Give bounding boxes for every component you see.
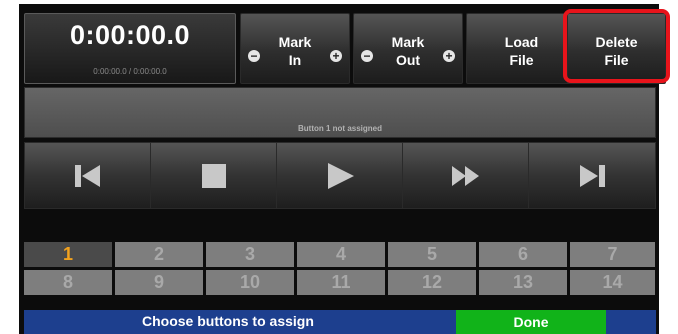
done-button[interactable]: Done	[456, 310, 606, 334]
footer-bar: Choose buttons to assign Done	[24, 310, 656, 334]
assign-prompt: Choose buttons to assign	[142, 313, 314, 329]
grid-button-11[interactable]: 11	[297, 270, 385, 295]
grid-button-3[interactable]: 3	[206, 242, 294, 267]
transport-controls	[24, 142, 656, 209]
load-file-label-line2: File	[509, 52, 534, 68]
time-display-sub: 0:00:00.0 / 0:00:00.0	[93, 67, 167, 76]
player-panel: 0:00:00.0 0:00:00.0 / 0:00:00.0 − Mark I…	[19, 4, 670, 334]
grid-button-12[interactable]: 12	[388, 270, 476, 295]
play-icon	[328, 162, 354, 189]
mark-out-button[interactable]: − Mark Out +	[353, 13, 463, 84]
grid-button-1[interactable]: 1	[24, 242, 112, 267]
grid-button-7[interactable]: 7	[570, 242, 655, 267]
plus-icon[interactable]: +	[330, 50, 342, 62]
fast-forward-button[interactable]	[402, 142, 530, 209]
skip-back-button[interactable]	[24, 142, 152, 209]
load-file-button[interactable]: Load File	[466, 13, 577, 84]
stop-button[interactable]	[150, 142, 278, 209]
play-button[interactable]	[276, 142, 404, 209]
plus-icon[interactable]: +	[443, 50, 455, 62]
grid-button-2[interactable]: 2	[115, 242, 203, 267]
grid-button-8[interactable]: 8	[24, 270, 112, 295]
grid-button-14[interactable]: 14	[570, 270, 655, 295]
grid-button-4[interactable]: 4	[297, 242, 385, 267]
grid-button-10[interactable]: 10	[206, 270, 294, 295]
skip-forward-icon	[580, 164, 605, 187]
grid-button-9[interactable]: 9	[115, 270, 203, 295]
skip-forward-button[interactable]	[528, 142, 656, 209]
highlight-outline	[563, 9, 670, 83]
button-assign-bar[interactable]: Button 1 not assigned	[24, 87, 656, 138]
grid-button-5[interactable]: 5	[388, 242, 476, 267]
button-number-grid: 1 2 3 4 5 6 7 8 9 10 11 12 13 14	[24, 242, 655, 295]
time-display: 0:00:00.0 0:00:00.0 / 0:00:00.0	[24, 13, 236, 84]
load-file-label-line1: Load	[504, 34, 539, 50]
assign-status-text: Button 1 not assigned	[298, 124, 382, 133]
stop-icon	[202, 163, 226, 188]
mark-in-button[interactable]: − Mark In +	[240, 13, 350, 84]
grid-button-6[interactable]: 6	[479, 242, 567, 267]
fast-forward-icon	[452, 165, 479, 186]
time-display-main: 0:00:00.0	[69, 20, 191, 50]
grid-button-13[interactable]: 13	[479, 270, 567, 295]
skip-back-icon	[75, 164, 100, 187]
